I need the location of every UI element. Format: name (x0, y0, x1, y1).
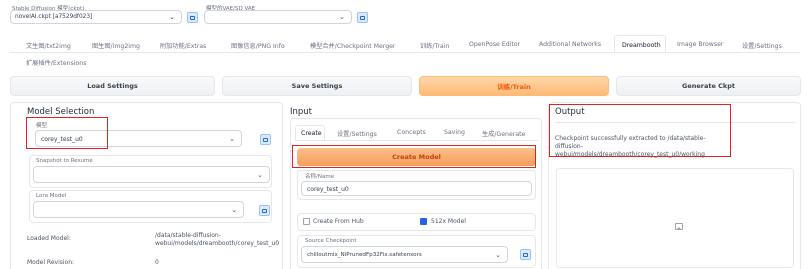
tab-dreambooth[interactable]: Dreambooth (614, 35, 666, 53)
subtab-concepts[interactable]: Concepts (397, 129, 426, 136)
lora-select[interactable]: ⌄ (33, 201, 244, 218)
tab-additional-networks[interactable]: Additional Networks (539, 41, 601, 48)
subtab-settings[interactable]: 设置/Settings (337, 129, 377, 138)
refresh-lora-icon[interactable] (259, 205, 270, 216)
chevron-down-icon: ⌄ (495, 250, 501, 259)
vae-select[interactable]: ⌄ (204, 10, 352, 24)
tab-train[interactable]: 训练/Train (420, 41, 449, 50)
refresh-model-icon[interactable] (260, 134, 271, 145)
tab-divider (10, 52, 800, 53)
chevron-down-icon: ⌄ (231, 205, 237, 214)
loaded-model-value: /data/stable-diffusion-webui/models/drea… (155, 232, 280, 247)
chevron-down-icon: ⌄ (169, 13, 175, 21)
subtab-create[interactable]: Create (295, 125, 325, 141)
output-highlight-box (549, 104, 731, 157)
from-hub-label: Create From Hub (313, 218, 364, 225)
name-value: corey_test_u0 (307, 186, 349, 193)
source-label: Source Checkpoint (305, 238, 357, 244)
subtab-saving[interactable]: Saving (444, 129, 465, 136)
checkpoint-select[interactable]: novelAI.ckpt [a7529df023] ⌄ (10, 10, 182, 24)
source-value: chilloutmix_NiPrunedFp32Fix.safetensors (307, 252, 422, 258)
refresh-checkpoint-icon[interactable] (187, 12, 198, 23)
name-input[interactable]: corey_test_u0 (301, 181, 532, 196)
generate-ckpt-button[interactable]: Generate Ckpt (616, 76, 801, 96)
tab-checkpoint-merger[interactable]: 模型合并/Checkpoint Merger (310, 41, 395, 50)
chevron-down-icon: ⌄ (257, 170, 263, 179)
load-settings-button[interactable]: Load Settings (10, 76, 215, 96)
snapshot-select[interactable]: ⌄ (33, 166, 270, 183)
model-selection-title: Model Selection (27, 107, 95, 117)
checkpoint-value: novelAI.ckpt [a7529df023] (15, 14, 93, 20)
train-button[interactable]: 训练/Train (419, 76, 609, 96)
model-revision-label: Model Revision: (27, 259, 75, 266)
refresh-vae-icon[interactable] (357, 12, 368, 23)
snapshot-label: Snapshot to Resume (36, 158, 93, 164)
tab-extras[interactable]: 附加功能/Extras (160, 41, 206, 50)
output-image-area (556, 168, 794, 268)
subtab-generate[interactable]: 生成/Generate (482, 129, 525, 138)
lora-label: Lora Model (36, 193, 67, 199)
name-label: 名称/Name (305, 174, 335, 180)
model-512-label: 512x Model (431, 218, 466, 225)
save-settings-button[interactable]: Save Settings (222, 76, 412, 96)
source-select[interactable]: chilloutmix_NiPrunedFp32Fix.safetensors … (301, 246, 508, 263)
chevron-down-icon: ⌄ (229, 134, 235, 143)
model-highlight-box (26, 117, 108, 149)
refresh-source-icon[interactable] (520, 249, 531, 260)
tab-png-info[interactable]: 图像信息/PNG Info (231, 41, 285, 50)
tab-txt2img[interactable]: 文生图/txt2img (26, 41, 71, 50)
image-placeholder-icon (675, 223, 683, 230)
input-title: Input (290, 107, 313, 117)
tab-image-browser[interactable]: Image Browser (677, 41, 723, 48)
model-revision-value: 0 (155, 259, 159, 266)
tab-settings[interactable]: 设置/Settings (742, 41, 782, 50)
from-hub-checkbox[interactable] (303, 218, 310, 225)
tab-img2img[interactable]: 图生图/img2img (92, 41, 140, 50)
model-512-checkbox[interactable] (420, 218, 427, 225)
chevron-down-icon: ⌄ (339, 13, 345, 21)
tab-extensions[interactable]: 扩展插件/Extensions (26, 58, 86, 67)
tab-openpose-editor[interactable]: OpenPose Editor (469, 41, 520, 48)
create-highlight-box (292, 145, 536, 168)
subtab-divider (295, 140, 538, 141)
loaded-model-label: Loaded Model: (27, 235, 71, 242)
